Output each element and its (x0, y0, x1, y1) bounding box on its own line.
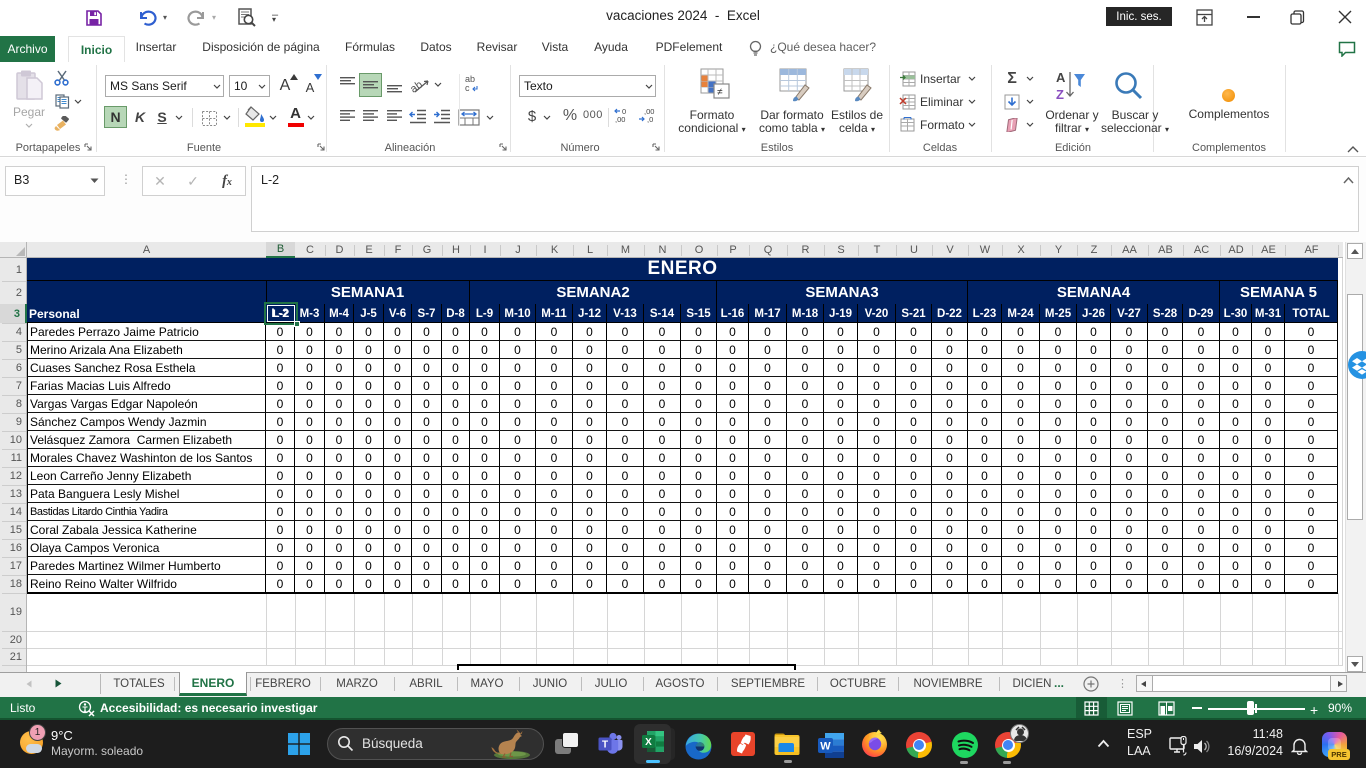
svg-text:,0: ,0 (647, 115, 653, 124)
svg-text:c: c (465, 83, 470, 93)
svg-text:A: A (1056, 70, 1066, 85)
svg-text:Z: Z (1056, 87, 1064, 102)
svg-text:,00: ,00 (615, 115, 625, 124)
svg-text:T: T (602, 740, 608, 751)
svg-text:≠: ≠ (717, 87, 723, 98)
svg-text:W: W (820, 741, 831, 753)
svg-text:ab: ab (411, 79, 425, 94)
svg-text:X: X (645, 737, 652, 748)
